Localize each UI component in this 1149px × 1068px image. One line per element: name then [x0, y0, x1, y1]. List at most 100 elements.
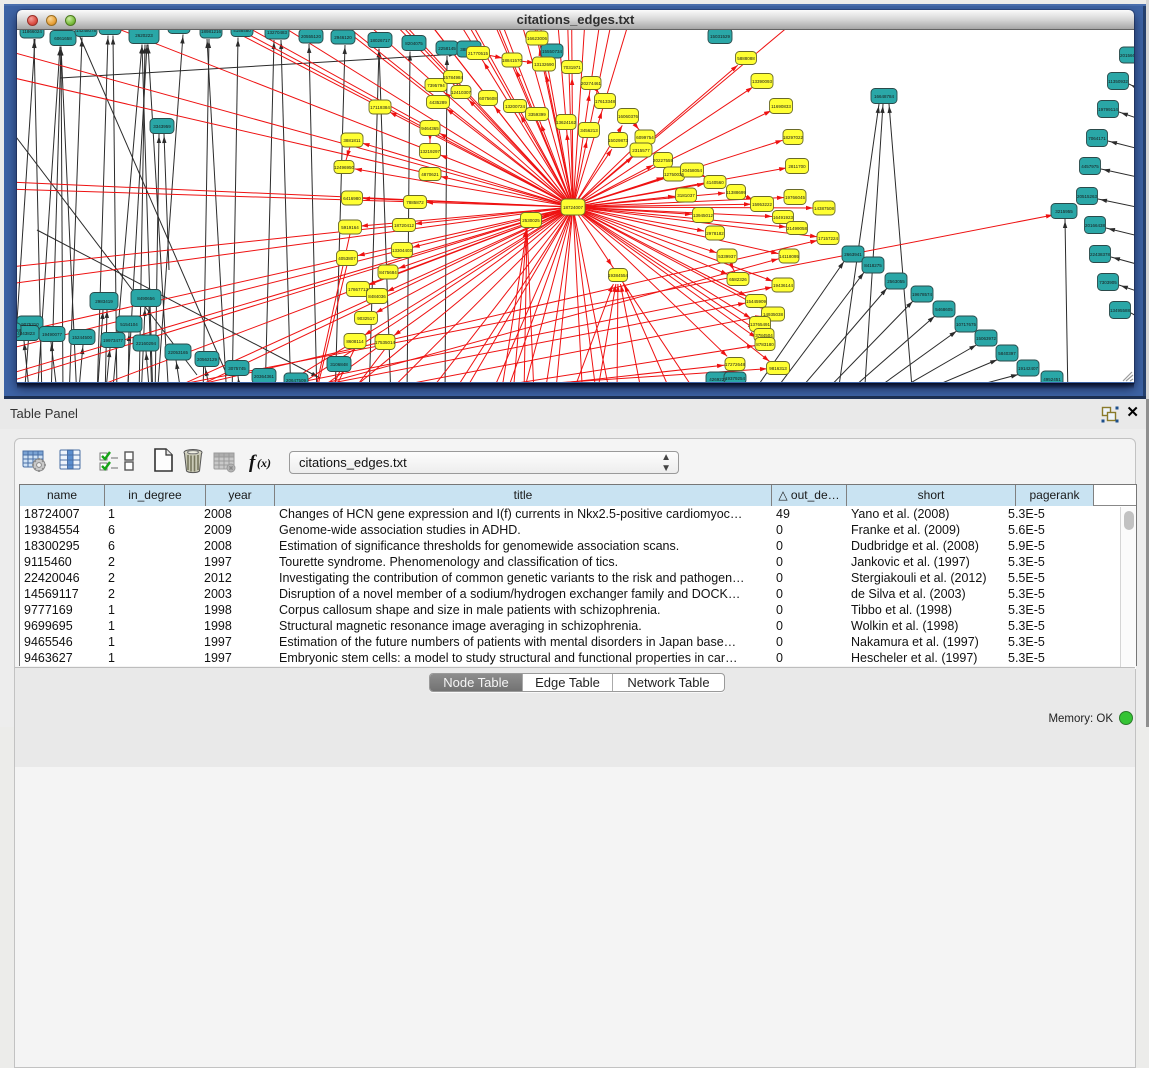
svg-text:19766045: 19766045: [785, 195, 806, 200]
svg-text:13765491: 13765491: [750, 322, 771, 327]
svg-text:2563055: 2563055: [887, 279, 905, 284]
svg-text:16648784: 16648784: [874, 94, 895, 99]
svg-text:14310388: 14310388: [17, 328, 22, 333]
svg-text:5154104: 5154104: [120, 322, 138, 327]
svg-text:3881811: 3881811: [343, 138, 361, 143]
svg-text:14248078: 14248078: [76, 30, 97, 33]
svg-text:20364361: 20364361: [254, 374, 275, 379]
svg-text:20227559: 20227559: [653, 158, 674, 163]
svg-text:15063972: 15063972: [976, 336, 997, 341]
svg-text:3343959: 3343959: [153, 124, 171, 129]
svg-text:19799114: 19799114: [1098, 107, 1118, 112]
svg-text:3215955: 3215955: [1055, 209, 1073, 214]
svg-text:13270483: 13270483: [267, 30, 288, 35]
svg-text:7303905: 7303905: [1099, 280, 1117, 285]
svg-text:13304403: 13304403: [392, 248, 413, 253]
svg-text:6416980: 6416980: [343, 196, 361, 201]
svg-text:20562129: 20562129: [197, 357, 218, 362]
svg-text:4435289: 4435289: [429, 100, 447, 105]
svg-text:18724007: 18724007: [563, 205, 584, 210]
svg-text:8608114: 8608114: [346, 339, 364, 344]
svg-text:8418275: 8418275: [864, 263, 882, 268]
svg-text:12410307: 12410307: [451, 90, 472, 95]
svg-text:12496950: 12496950: [334, 165, 355, 170]
svg-text:13132690: 13132690: [534, 62, 555, 67]
svg-text:20555120: 20555120: [301, 34, 322, 39]
svg-text:11690833: 11690833: [771, 104, 791, 109]
svg-text:19490077: 19490077: [42, 332, 63, 337]
svg-text:14387508: 14387508: [814, 206, 835, 211]
svg-text:5919164: 5919164: [341, 225, 359, 230]
svg-text:13200724: 13200724: [505, 104, 526, 109]
svg-text:13945012: 13945012: [693, 213, 714, 218]
svg-text:20156684: 20156684: [1120, 53, 1134, 58]
svg-text:8204075: 8204075: [405, 41, 423, 46]
svg-text:8490656: 8490656: [137, 296, 155, 301]
svg-text:15550734: 15550734: [542, 49, 563, 54]
svg-text:8475684: 8475684: [379, 270, 397, 275]
svg-text:17613348: 17613348: [595, 99, 616, 104]
svg-text:2530025: 2530025: [522, 218, 540, 223]
svg-text:20515263: 20515263: [1077, 194, 1098, 199]
svg-text:19973477: 19973477: [103, 338, 124, 343]
svg-text:19436144: 19436144: [773, 283, 794, 288]
svg-text:19384554: 19384554: [608, 273, 629, 278]
svg-text:10717675: 10717675: [956, 322, 977, 327]
svg-text:3359399: 3359399: [528, 112, 546, 117]
svg-text:(x): (x): [257, 456, 271, 470]
svg-text:13624162: 13624162: [556, 120, 577, 125]
svg-text:5888088: 5888088: [737, 56, 755, 61]
svg-text:4457975: 4457975: [1081, 164, 1099, 169]
svg-text:8783180: 8783180: [756, 342, 774, 347]
svg-text:7031971: 7031971: [563, 65, 581, 70]
svg-text:5468605: 5468605: [935, 307, 953, 312]
svg-text:17119384: 17119384: [370, 105, 390, 110]
svg-text:6582326: 6582326: [729, 277, 747, 282]
svg-text:13495588: 13495588: [1110, 308, 1131, 313]
svg-text:4870621: 4870621: [421, 172, 439, 177]
svg-text:17157224: 17157224: [818, 236, 839, 241]
svg-text:3075745: 3075745: [228, 366, 246, 371]
svg-text:2663941: 2663941: [844, 252, 862, 257]
svg-text:17867713: 17867713: [348, 287, 369, 292]
svg-text:16623006: 16623006: [527, 36, 548, 41]
svg-text:15029873: 15029873: [608, 138, 629, 143]
svg-text:4158480: 4158480: [233, 30, 251, 33]
svg-text:7885872: 7885872: [406, 200, 424, 205]
svg-text:9075310: 9075310: [21, 322, 39, 327]
svg-text:17272648: 17272648: [725, 362, 746, 367]
svg-text:2258145: 2258145: [438, 46, 456, 51]
svg-text:f: f: [249, 452, 257, 473]
svg-text:16491923: 16491923: [773, 215, 794, 220]
svg-text:3106848: 3106848: [330, 362, 348, 367]
svg-text:17535014: 17535014: [375, 340, 396, 345]
svg-text:20166438: 20166438: [1085, 223, 1106, 228]
svg-text:21770515: 21770515: [468, 51, 489, 56]
svg-text:18297022: 18297022: [783, 135, 804, 140]
svg-text:2978182: 2978182: [706, 231, 724, 236]
svg-text:13219297: 13219297: [420, 149, 441, 154]
svg-text:16060376: 16060376: [618, 114, 639, 119]
svg-text:15953222: 15953222: [752, 202, 773, 207]
svg-text:6075608: 6075608: [479, 96, 497, 101]
svg-text:14935038: 14935038: [763, 312, 784, 317]
svg-text:2811700: 2811700: [788, 164, 806, 169]
svg-text:3784504: 3784504: [755, 333, 773, 338]
svg-text:2983419: 2983419: [95, 299, 113, 304]
svg-text:15031529: 15031529: [710, 34, 731, 39]
svg-text:5840397: 5840397: [998, 351, 1016, 356]
svg-text:18981216: 18981216: [201, 30, 222, 34]
svg-text:3456213: 3456213: [580, 128, 598, 133]
svg-text:7395794: 7395794: [427, 83, 445, 88]
svg-text:11350932: 11350932: [1108, 79, 1128, 84]
svg-text:19142407: 19142407: [1018, 366, 1039, 371]
svg-text:7064171: 7064171: [1088, 136, 1106, 141]
svg-text:2315577: 2315577: [632, 148, 650, 153]
svg-text:13390093: 13390093: [752, 79, 773, 84]
svg-text:9464365: 9464365: [421, 126, 439, 131]
svg-text:18026717: 18026717: [370, 38, 391, 43]
svg-text:20458054: 20458054: [682, 168, 703, 173]
svg-text:5339937: 5339937: [718, 254, 736, 259]
svg-text:4053807: 4053807: [338, 256, 356, 261]
svg-text:3181037: 3181037: [677, 193, 695, 198]
